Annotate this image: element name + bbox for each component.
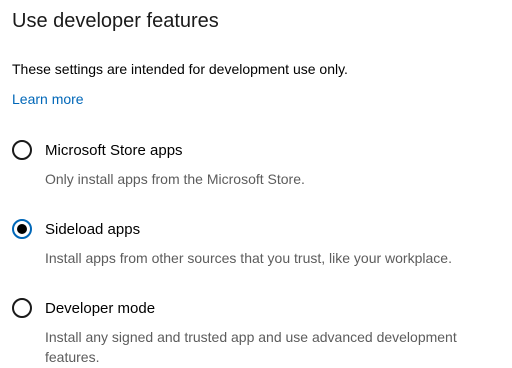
developer-mode-radio-row[interactable]: Developer mode — [12, 297, 508, 321]
developer-mode-description: Install any signed and trusted app and u… — [45, 329, 457, 365]
sideload-apps-description: Install apps from other sources that you… — [45, 250, 452, 266]
developer-mode-radio[interactable] — [12, 298, 32, 318]
sideload-apps-radio-row[interactable]: Sideload apps — [12, 218, 508, 242]
option-microsoft-store-apps: Microsoft Store apps Only install apps f… — [12, 139, 508, 189]
learn-more-link[interactable]: Learn more — [12, 89, 84, 109]
sideload-apps-label: Sideload apps — [45, 221, 141, 238]
page-description: These settings are intended for developm… — [12, 61, 348, 77]
microsoft-store-apps-radio-row[interactable]: Microsoft Store apps — [12, 139, 508, 163]
radio-selected-dot-icon — [17, 224, 27, 234]
option-sideload-apps: Sideload apps Install apps from other so… — [12, 218, 508, 268]
microsoft-store-apps-radio[interactable] — [12, 140, 32, 160]
option-developer-mode: Developer mode Install any signed and tr… — [12, 297, 508, 367]
microsoft-store-apps-label: Microsoft Store apps — [45, 142, 183, 159]
developer-mode-label: Developer mode — [45, 300, 156, 317]
page-title: Use developer features — [12, 10, 219, 32]
microsoft-store-apps-description: Only install apps from the Microsoft Sto… — [45, 171, 305, 187]
sideload-apps-radio[interactable] — [12, 219, 32, 239]
